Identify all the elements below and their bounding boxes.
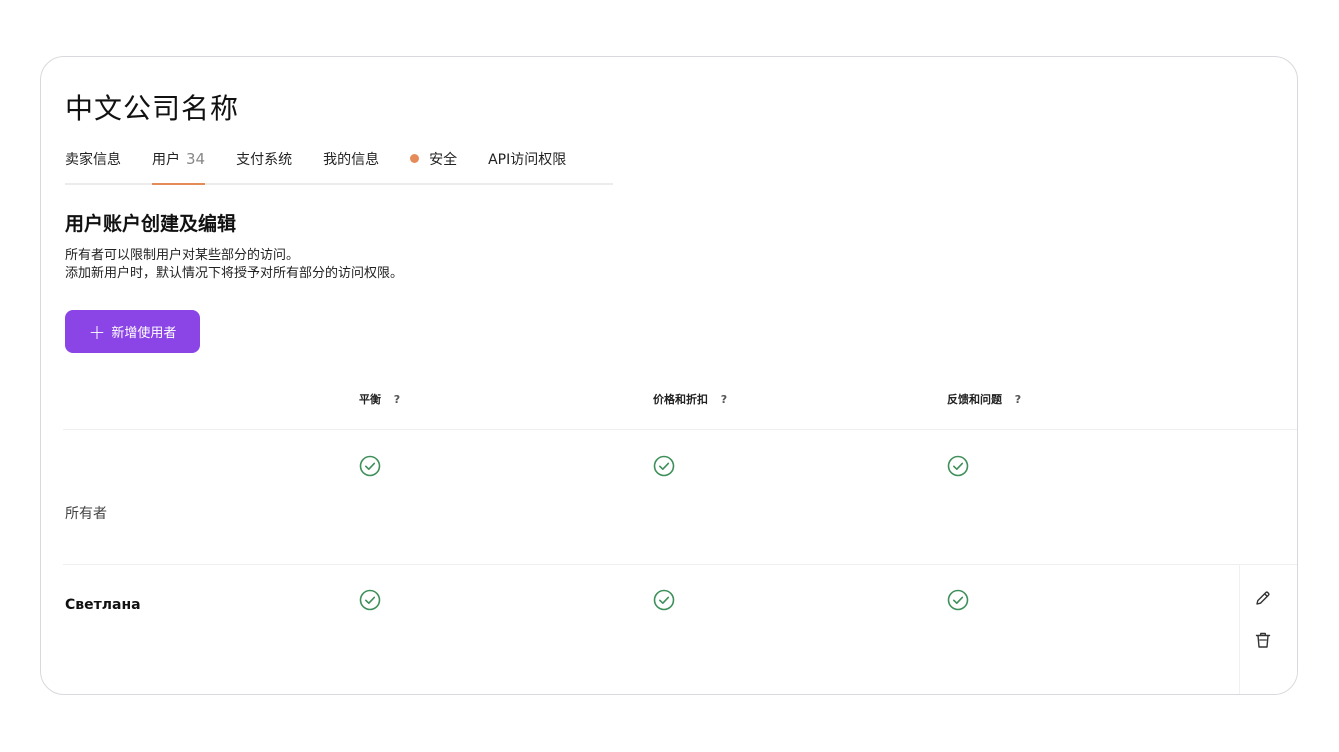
trash-icon[interactable] bbox=[1254, 631, 1272, 649]
tab-label: 用户 bbox=[152, 152, 180, 168]
column-header-label: 反馈和问题 bbox=[947, 393, 1002, 406]
help-icon[interactable]: ? bbox=[391, 393, 403, 406]
tab-label: 卖家信息 bbox=[65, 152, 121, 168]
check-circle-icon bbox=[947, 455, 969, 477]
row-user-name: Светлана bbox=[65, 597, 141, 613]
table-divider bbox=[63, 564, 1297, 565]
tab-label: 支付系统 bbox=[236, 152, 293, 168]
tab-api-access[interactable]: API访问权限 bbox=[488, 149, 566, 183]
add-user-button-label: 新增使用者 bbox=[111, 326, 177, 341]
add-user-button[interactable]: + 新增使用者 bbox=[65, 310, 200, 353]
column-header-label: 价格和折扣 bbox=[653, 393, 708, 406]
tab-bar: 卖家信息 用户 34 支付系统 我的信息 安全 API访问权限 bbox=[65, 149, 613, 185]
company-name: 中文公司名称 bbox=[65, 92, 240, 125]
row-role-label: 所有者 bbox=[65, 506, 107, 522]
column-header-feedback-questions: 反馈和问题? bbox=[947, 391, 1024, 407]
column-header-prices-discounts: 价格和折扣? bbox=[653, 391, 730, 407]
tab-security[interactable]: 安全 bbox=[410, 149, 457, 183]
section-description: 所有者可以限制用户对某些部分的访问。 添加新用户时，默认情况下将授予对所有部分的… bbox=[65, 247, 403, 283]
row-actions bbox=[1239, 565, 1297, 694]
tab-payment-system[interactable]: 支付系统 bbox=[236, 149, 292, 183]
tab-seller-info[interactable]: 卖家信息 bbox=[65, 149, 121, 183]
table-divider bbox=[63, 429, 1297, 430]
help-icon[interactable]: ? bbox=[718, 393, 730, 406]
description-line: 添加新用户时，默认情况下将授予对所有部分的访问权限。 bbox=[65, 266, 404, 281]
plus-icon: + bbox=[88, 319, 106, 344]
tab-label: 我的信息 bbox=[323, 152, 380, 168]
check-circle-icon bbox=[653, 589, 675, 611]
check-circle-icon bbox=[653, 455, 675, 477]
tab-count-badge: 34 bbox=[186, 150, 206, 168]
settings-card: 中文公司名称 卖家信息 用户 34 支付系统 我的信息 安全 API访问权限 用户… bbox=[40, 56, 1298, 695]
check-circle-icon bbox=[359, 589, 381, 611]
description-line: 所有者可以限制用户对某些部分的访问。 bbox=[65, 248, 300, 263]
check-circle-icon bbox=[359, 455, 381, 477]
pencil-icon[interactable] bbox=[1254, 589, 1272, 607]
help-icon[interactable]: ? bbox=[1012, 393, 1024, 406]
column-header-label: 平衡 bbox=[359, 393, 381, 406]
status-dot-icon bbox=[410, 154, 420, 163]
tab-label: API访问权限 bbox=[488, 152, 567, 168]
column-header-balance: 平衡? bbox=[359, 391, 403, 407]
check-circle-icon bbox=[947, 589, 969, 611]
section-title: 用户账户创建及编辑 bbox=[65, 213, 237, 235]
tab-label: 安全 bbox=[429, 152, 458, 168]
tab-my-info[interactable]: 我的信息 bbox=[323, 149, 379, 183]
tab-users[interactable]: 用户 34 bbox=[152, 149, 206, 185]
